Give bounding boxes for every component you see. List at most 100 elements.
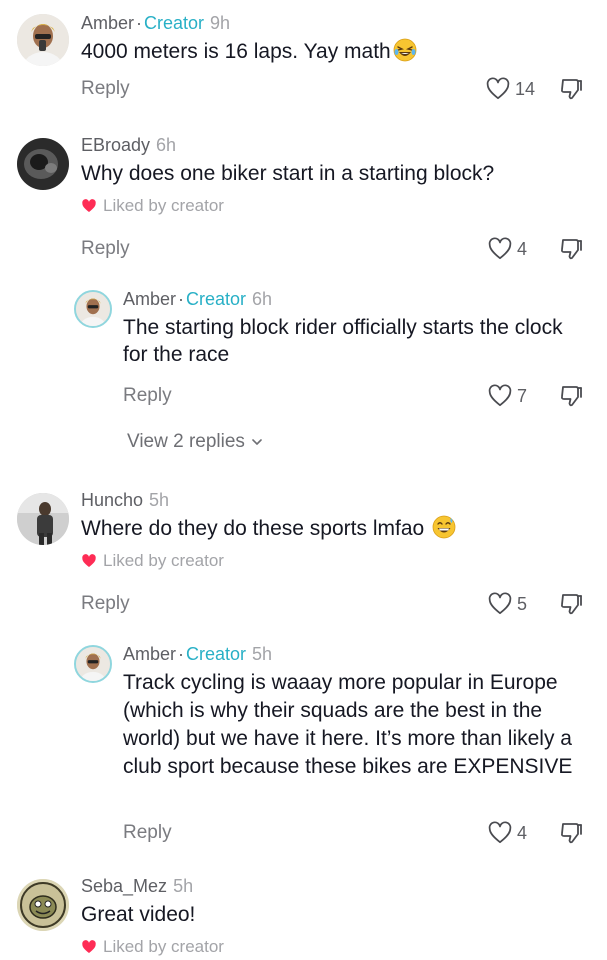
comment-body: Seba_Mez 5h Great video! Liked by creator — [81, 875, 591, 958]
comment-meta: EBroady 6h — [81, 134, 591, 156]
separator-dot: · — [178, 644, 185, 664]
reply-comment: Amber · Creator 6h The starting block rider… — [0, 288, 607, 408]
thumbs-down-icon — [561, 239, 582, 260]
reply-comment: Amber · Creator 5h Track cycling is waaay m… — [0, 643, 607, 848]
liked-by-label: Liked by creator — [103, 937, 224, 956]
avatar-image — [17, 493, 69, 545]
creator-badge: Creator — [186, 289, 247, 309]
comment-actions: Reply 5 — [81, 590, 591, 618]
heart-outline-icon — [488, 821, 512, 844]
dislike-button[interactable] — [557, 235, 585, 263]
like-button[interactable]: 7 — [487, 382, 535, 410]
author-name[interactable]: Amber — [81, 13, 134, 33]
comment-meta: Amber · Creator 9h — [81, 12, 591, 34]
comment-body: EBroady 6h Why does one biker start in a … — [81, 134, 591, 217]
comment-text: The starting block rider officially star… — [123, 316, 563, 366]
comment-time: 5h — [252, 644, 273, 664]
heart-filled-icon — [82, 940, 96, 953]
comment-time: 6h — [252, 289, 273, 309]
comment-meta: Amber · Creator 5h — [123, 643, 591, 665]
heart-outline-icon — [486, 77, 510, 100]
comment-actions: Reply 4 — [81, 235, 591, 263]
creator-badge: Creator — [186, 644, 247, 664]
liked-by-creator: Liked by creator — [81, 936, 591, 958]
like-count: 14 — [514, 78, 535, 99]
comments-list: Amber · Creator 9h 4000 meters is 16 laps. … — [0, 0, 607, 960]
grinning-sweat-emoji-icon — [432, 515, 456, 539]
comment: Amber · Creator 9h 4000 meters is 16 laps. … — [0, 12, 607, 107]
comment-time: 6h — [156, 135, 177, 155]
comment-actions: Reply 14 — [81, 75, 591, 103]
comment-meta: Seba_Mez 5h — [81, 875, 591, 897]
view-replies-label: View 2 replies — [127, 431, 245, 452]
comment-text: Where do they do these sports lmfao — [81, 517, 425, 540]
comment-text: Great video! — [81, 903, 196, 926]
author-name[interactable]: EBroady — [81, 135, 150, 155]
avatar-image — [76, 647, 110, 681]
like-count: 4 — [517, 238, 528, 259]
heart-filled-icon — [82, 554, 96, 567]
comment-text: 4000 meters is 16 laps. Yay math — [81, 40, 391, 63]
comment-body: Huncho 5h Where do they do these sports l… — [81, 489, 591, 572]
avatar[interactable] — [74, 645, 112, 683]
reply-button[interactable]: Reply — [123, 819, 172, 847]
comment-actions: Reply 7 — [123, 382, 591, 410]
heart-filled-icon — [82, 199, 96, 212]
dislike-button[interactable] — [557, 75, 585, 103]
reply-button[interactable]: Reply — [123, 382, 172, 410]
reply-button[interactable]: Reply — [81, 235, 130, 263]
like-button[interactable]: 14 — [485, 75, 535, 103]
heart-outline-icon — [488, 384, 512, 407]
thumbs-down-icon — [561, 79, 582, 100]
chevron-down-icon — [252, 439, 262, 445]
like-button[interactable]: 5 — [487, 590, 535, 618]
comment: Huncho 5h Where do they do these sports l… — [0, 489, 607, 854]
creator-badge: Creator — [144, 13, 205, 33]
comment-text: Track cycling is waaay more popular in E… — [123, 671, 573, 778]
thumbs-down-icon — [561, 594, 582, 615]
grinning-squint-tears-emoji-icon — [393, 38, 417, 62]
avatar[interactable] — [17, 493, 69, 545]
avatar[interactable] — [74, 290, 112, 328]
thumbs-down-icon — [561, 386, 582, 407]
reply-button[interactable]: Reply — [81, 75, 130, 103]
liked-by-label: Liked by creator — [103, 196, 224, 215]
author-name[interactable]: Seba_Mez — [81, 876, 167, 896]
comment-body: Amber · Creator 5h Track cycling is waaay m… — [123, 643, 591, 781]
dislike-button[interactable] — [557, 382, 585, 410]
comment-meta: Amber · Creator 6h — [123, 288, 591, 310]
like-count: 7 — [517, 385, 528, 406]
view-replies-button[interactable]: View 2 replies — [127, 430, 264, 454]
author-name[interactable]: Huncho — [81, 490, 143, 510]
comment-time: 9h — [210, 13, 231, 33]
like-button[interactable]: 4 — [487, 819, 535, 847]
comment-time: 5h — [173, 876, 194, 896]
like-count: 5 — [517, 593, 528, 614]
dislike-button[interactable] — [557, 819, 585, 847]
like-count: 4 — [517, 822, 528, 843]
dislike-button[interactable] — [557, 590, 585, 618]
comment-body: Amber · Creator 6h The starting block rider… — [123, 288, 591, 368]
comment-actions: Reply 4 — [123, 819, 591, 847]
avatar-image — [76, 292, 110, 326]
avatar[interactable] — [17, 14, 69, 66]
comment-text: Why does one biker start in a starting b… — [81, 162, 495, 185]
reply-button[interactable]: Reply — [81, 590, 130, 618]
avatar-image — [17, 879, 69, 931]
comment-meta: Huncho 5h — [81, 489, 591, 511]
comment-text-row: 4000 meters is 16 laps. Yay math — [81, 38, 591, 65]
separator-dot: · — [178, 289, 185, 309]
like-button[interactable]: 4 — [487, 235, 535, 263]
heart-outline-icon — [488, 237, 512, 260]
avatar[interactable] — [17, 879, 69, 931]
thumbs-down-icon — [561, 823, 582, 844]
author-name[interactable]: Amber — [123, 644, 176, 664]
author-name[interactable]: Amber — [123, 289, 176, 309]
avatar-image — [17, 14, 69, 66]
comment-time: 5h — [149, 490, 170, 510]
separator-dot: · — [136, 13, 143, 33]
avatar[interactable] — [17, 138, 69, 190]
liked-by-creator: Liked by creator — [81, 195, 591, 217]
comment-text-row: Where do they do these sports lmfao — [81, 515, 591, 542]
comment: Seba_Mez 5h Great video! Liked by creator — [0, 875, 607, 960]
